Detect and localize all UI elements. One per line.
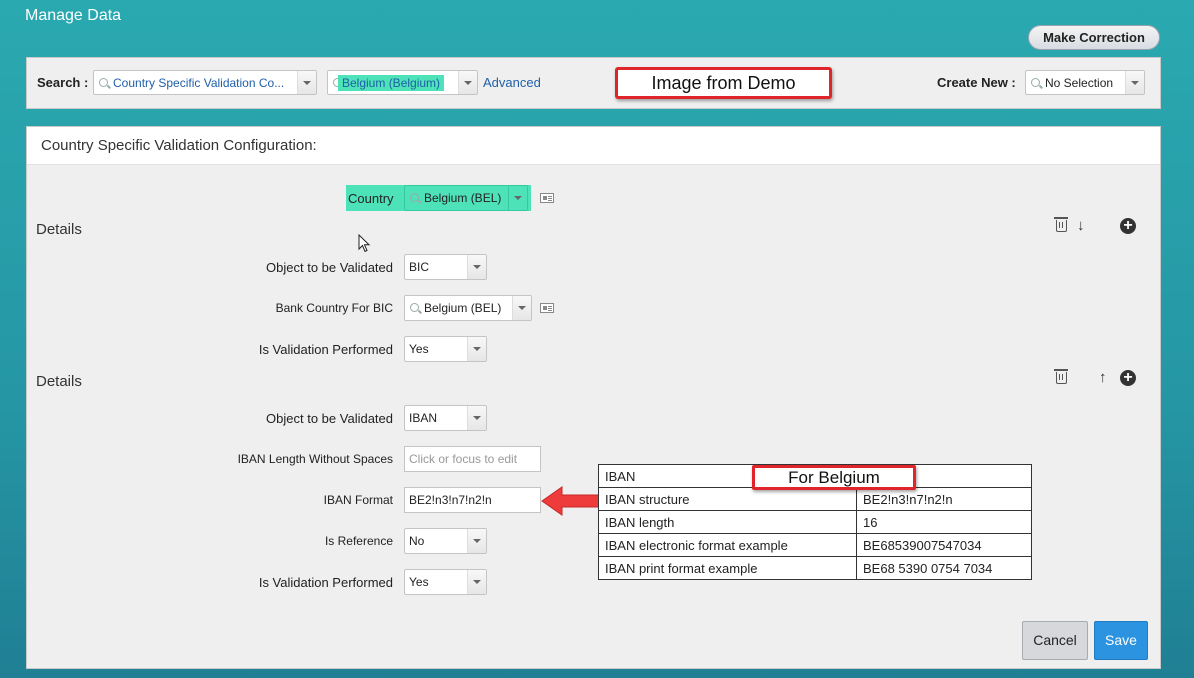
object-validated-select-2[interactable]: IBAN <box>404 405 487 431</box>
country-label: Country <box>348 191 394 206</box>
chevron-down-icon[interactable] <box>458 71 477 94</box>
validation-performed-value-1: Yes <box>409 342 429 356</box>
is-reference-select[interactable]: No <box>404 528 487 554</box>
validation-performed-select-1[interactable]: Yes <box>404 336 487 362</box>
bank-country-label: Bank Country For BIC <box>275 301 393 315</box>
country-value: Belgium (BEL) <box>424 191 502 205</box>
chevron-down-icon[interactable] <box>1125 71 1144 94</box>
search-type-select[interactable]: Country Specific Validation Co... <box>93 70 317 95</box>
table-cell-value: BE68 5390 0754 7034 <box>856 556 1032 580</box>
search-icon <box>410 193 419 202</box>
validation-performed-value-2: Yes <box>409 575 429 589</box>
pointer-arrow-icon <box>541 486 601 516</box>
chevron-down-icon[interactable] <box>467 255 486 279</box>
app-title: Manage Data <box>25 7 122 24</box>
object-validated-label-1: Object to be Validated <box>266 260 393 275</box>
table-row: IBAN electronic format example BE6853900… <box>598 533 1032 557</box>
object-validated-value-1: BIC <box>409 260 430 274</box>
mouse-cursor-icon <box>358 234 371 253</box>
chevron-down-icon[interactable] <box>467 406 486 430</box>
config-panel: Country Specific Validation Configuratio… <box>26 126 1161 669</box>
search-icon <box>410 303 419 312</box>
details-title-2: Details <box>36 373 82 390</box>
bank-country-value: Belgium (BEL) <box>424 301 502 315</box>
table-cell-value: BE2!n3!n7!n2!n <box>856 487 1032 511</box>
is-reference-value: No <box>409 534 425 548</box>
chevron-down-icon[interactable] <box>467 337 486 361</box>
trash-icon[interactable] <box>1054 217 1068 232</box>
table-cell-value: 16 <box>856 510 1032 534</box>
object-validated-label-2: Object to be Validated <box>266 411 393 426</box>
table-cell-key: IBAN print format example <box>598 556 857 580</box>
table-cell-key: IBAN length <box>598 510 857 534</box>
table-cell-key: IBAN electronic format example <box>598 533 857 557</box>
create-new-value: No Selection <box>1045 76 1114 90</box>
search-label: Search : <box>37 75 89 90</box>
details-title-1: Details <box>36 221 82 238</box>
panel-title: Country Specific Validation Configuratio… <box>41 137 317 154</box>
validation-performed-label-2: Is Validation Performed <box>258 575 393 590</box>
demo-annotation: Image from Demo <box>615 67 832 99</box>
iban-format-value: BE2!n3!n7!n2!n <box>409 493 492 507</box>
table-row: IBAN length 16 <box>598 510 1032 534</box>
add-circle-icon[interactable]: + <box>1120 370 1136 386</box>
iban-length-input[interactable]: Click or focus to edit <box>404 446 541 472</box>
trash-icon[interactable] <box>1054 369 1068 384</box>
country-field-row: Country Belgium (BEL) <box>346 185 531 211</box>
iban-format-label: IBAN Format <box>323 493 393 507</box>
search-type-value: Country Specific Validation Co... <box>113 76 285 90</box>
is-reference-label: Is Reference <box>324 534 393 548</box>
validation-performed-label-1: Is Validation Performed <box>258 342 393 357</box>
table-row: IBAN print format example BE68 5390 0754… <box>598 556 1032 580</box>
chevron-down-icon[interactable] <box>508 186 527 210</box>
search-value: Belgium (Belgium) <box>338 75 445 91</box>
make-correction-button[interactable]: Make Correction <box>1028 25 1160 50</box>
save-button[interactable]: Save <box>1094 621 1148 660</box>
search-icon <box>1031 78 1040 87</box>
search-bar: Search : Country Specific Validation Co.… <box>26 57 1161 109</box>
panel-header: Country Specific Validation Configuratio… <box>27 127 1160 165</box>
chevron-down-icon[interactable] <box>467 570 486 594</box>
table-cell-key: IBAN structure <box>598 487 857 511</box>
iban-length-placeholder: Click or focus to edit <box>409 452 518 466</box>
details-card-icon[interactable] <box>540 303 554 313</box>
create-new-select[interactable]: No Selection <box>1025 70 1145 95</box>
bank-country-select[interactable]: Belgium (BEL) <box>404 295 532 321</box>
search-value-select[interactable]: Belgium (Belgium) <box>327 70 478 95</box>
search-icon <box>99 78 108 87</box>
iban-length-label: IBAN Length Without Spaces <box>237 452 393 466</box>
table-row: IBAN structure BE2!n3!n7!n2!n <box>598 487 1032 511</box>
chevron-down-icon[interactable] <box>297 71 316 94</box>
arrow-down-icon[interactable]: ↓ <box>1077 217 1085 234</box>
chevron-down-icon[interactable] <box>512 296 531 320</box>
arrow-up-icon[interactable]: ↑ <box>1099 369 1107 386</box>
cancel-button[interactable]: Cancel <box>1022 621 1088 660</box>
object-validated-value-2: IBAN <box>409 411 438 425</box>
object-validated-select-1[interactable]: BIC <box>404 254 487 280</box>
details-card-icon[interactable] <box>540 193 554 203</box>
belgium-annotation: For Belgium <box>752 465 916 490</box>
country-select[interactable]: Belgium (BEL) <box>404 185 528 211</box>
table-cell-value: BE68539007547034 <box>856 533 1032 557</box>
create-new-label: Create New : <box>937 75 1016 90</box>
iban-format-input[interactable]: BE2!n3!n7!n2!n <box>404 487 541 513</box>
validation-performed-select-2[interactable]: Yes <box>404 569 487 595</box>
chevron-down-icon[interactable] <box>467 529 486 553</box>
advanced-link[interactable]: Advanced <box>483 75 541 90</box>
add-circle-icon[interactable]: + <box>1120 218 1136 234</box>
